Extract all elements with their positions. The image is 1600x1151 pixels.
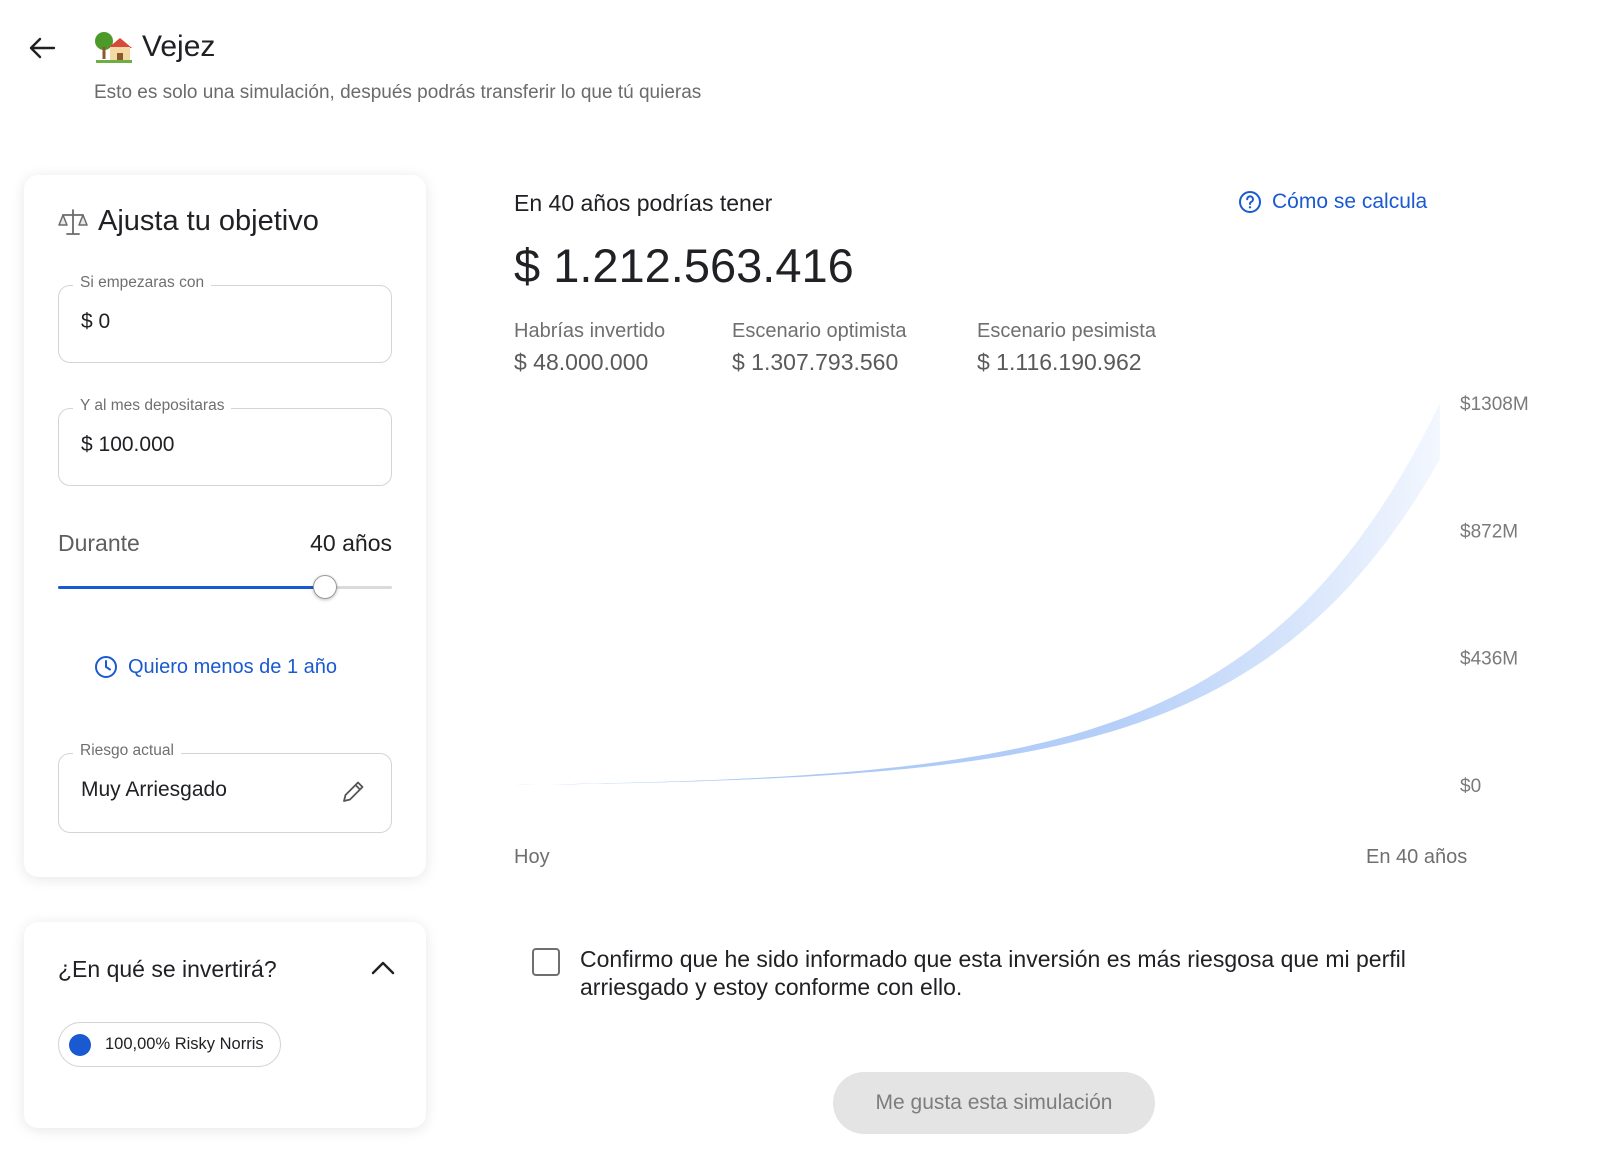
- goal-card: Ajusta tu objetivo Si empezaras con $ 0 …: [24, 175, 426, 877]
- house-with-tree-icon: [95, 32, 132, 63]
- y-axis-tick-label: $0: [1460, 776, 1481, 797]
- monthly-deposit-label: Y al mes depositaras: [73, 397, 232, 415]
- fund-color-dot: [69, 1034, 91, 1056]
- y-axis-tick-label: $1308M: [1460, 394, 1529, 415]
- initial-amount-field[interactable]: Si empezaras con $ 0: [58, 274, 392, 363]
- x-axis-end-label: En 40 años: [1366, 846, 1468, 868]
- clock-icon: [95, 656, 117, 678]
- risk-label: Riesgo actual: [73, 742, 181, 760]
- fund-allocation-label: 100,00% Risky Norris: [105, 1035, 264, 1053]
- investment-card: ¿En qué se invertirá? 100,00% Risky Norr…: [24, 922, 426, 1128]
- duration-slider-fill: [58, 586, 326, 589]
- risk-field[interactable]: Riesgo actual Muy Arriesgado: [58, 742, 392, 833]
- initial-amount-value[interactable]: $ 0: [81, 310, 110, 334]
- less-than-one-year-link[interactable]: Quiero menos de 1 año: [94, 655, 337, 679]
- invested-stat: Habrías invertido $ 48.000.000: [514, 320, 665, 376]
- duration-label: Durante: [58, 530, 140, 556]
- y-axis-tick-label: $436M: [1460, 649, 1518, 670]
- page-title: Vejez: [142, 30, 216, 63]
- pessimistic-value: $ 1.116.190.962: [977, 349, 1142, 375]
- investment-card-title: ¿En qué se invertirá?: [58, 956, 277, 982]
- how-is-calculated-link[interactable]: Cómo se calcula: [1238, 190, 1427, 214]
- balance-scale-icon: [58, 208, 88, 235]
- less-than-one-year-label: Quiero menos de 1 año: [128, 655, 338, 678]
- confirm-text: Confirmo que he sido informado que esta …: [580, 946, 1406, 1000]
- projection-label: En 40 años podrías tener: [514, 190, 773, 216]
- back-arrow-icon[interactable]: [26, 32, 58, 64]
- goal-card-header: Ajusta tu objetivo: [58, 205, 319, 238]
- fund-allocation-chip: 100,00% Risky Norris: [58, 1022, 281, 1067]
- optimistic-stat: Escenario optimista $ 1.307.793.560: [732, 320, 907, 376]
- invested-value: $ 48.000.000: [514, 349, 649, 375]
- x-axis-start-label: Hoy: [514, 846, 550, 868]
- invested-label: Habrías invertido: [514, 320, 666, 342]
- optimistic-value: $ 1.307.793.560: [732, 349, 899, 375]
- projection-chart: $1308M $872M $436M $0: [514, 394, 1529, 797]
- duration-slider-thumb[interactable]: [313, 575, 338, 599]
- question-circle-icon: [1239, 191, 1261, 213]
- risk-value: Muy Arriesgado: [81, 778, 227, 801]
- like-simulation-button[interactable]: Me gusta esta simulación: [833, 1072, 1155, 1134]
- pessimistic-label: Escenario pesimista: [977, 320, 1156, 342]
- initial-amount-label: Si empezaras con: [73, 274, 212, 292]
- projected-amount: $ 1.212.563.416: [514, 239, 854, 292]
- duration-value: 40 años: [310, 530, 392, 556]
- pencil-edit-icon[interactable]: [339, 778, 367, 806]
- projection-band: [514, 403, 1440, 785]
- page-subtitle: Esto es solo una simulación, después pod…: [94, 82, 702, 103]
- page-header: Vejez: [94, 30, 215, 64]
- duration-slider[interactable]: [58, 575, 392, 599]
- pessimistic-stat: Escenario pesimista $ 1.116.190.962: [977, 320, 1156, 376]
- y-axis-tick-label: $872M: [1460, 521, 1518, 542]
- monthly-deposit-value[interactable]: $ 100.000: [81, 433, 174, 457]
- optimistic-label: Escenario optimista: [732, 320, 907, 342]
- how-is-calculated-label: Cómo se calcula: [1272, 190, 1428, 213]
- confirm-checkbox[interactable]: [532, 948, 560, 976]
- goal-card-title: Ajusta tu objetivo: [98, 205, 319, 237]
- monthly-deposit-field[interactable]: Y al mes depositaras $ 100.000: [58, 397, 392, 486]
- chevron-up-icon[interactable]: [370, 958, 396, 976]
